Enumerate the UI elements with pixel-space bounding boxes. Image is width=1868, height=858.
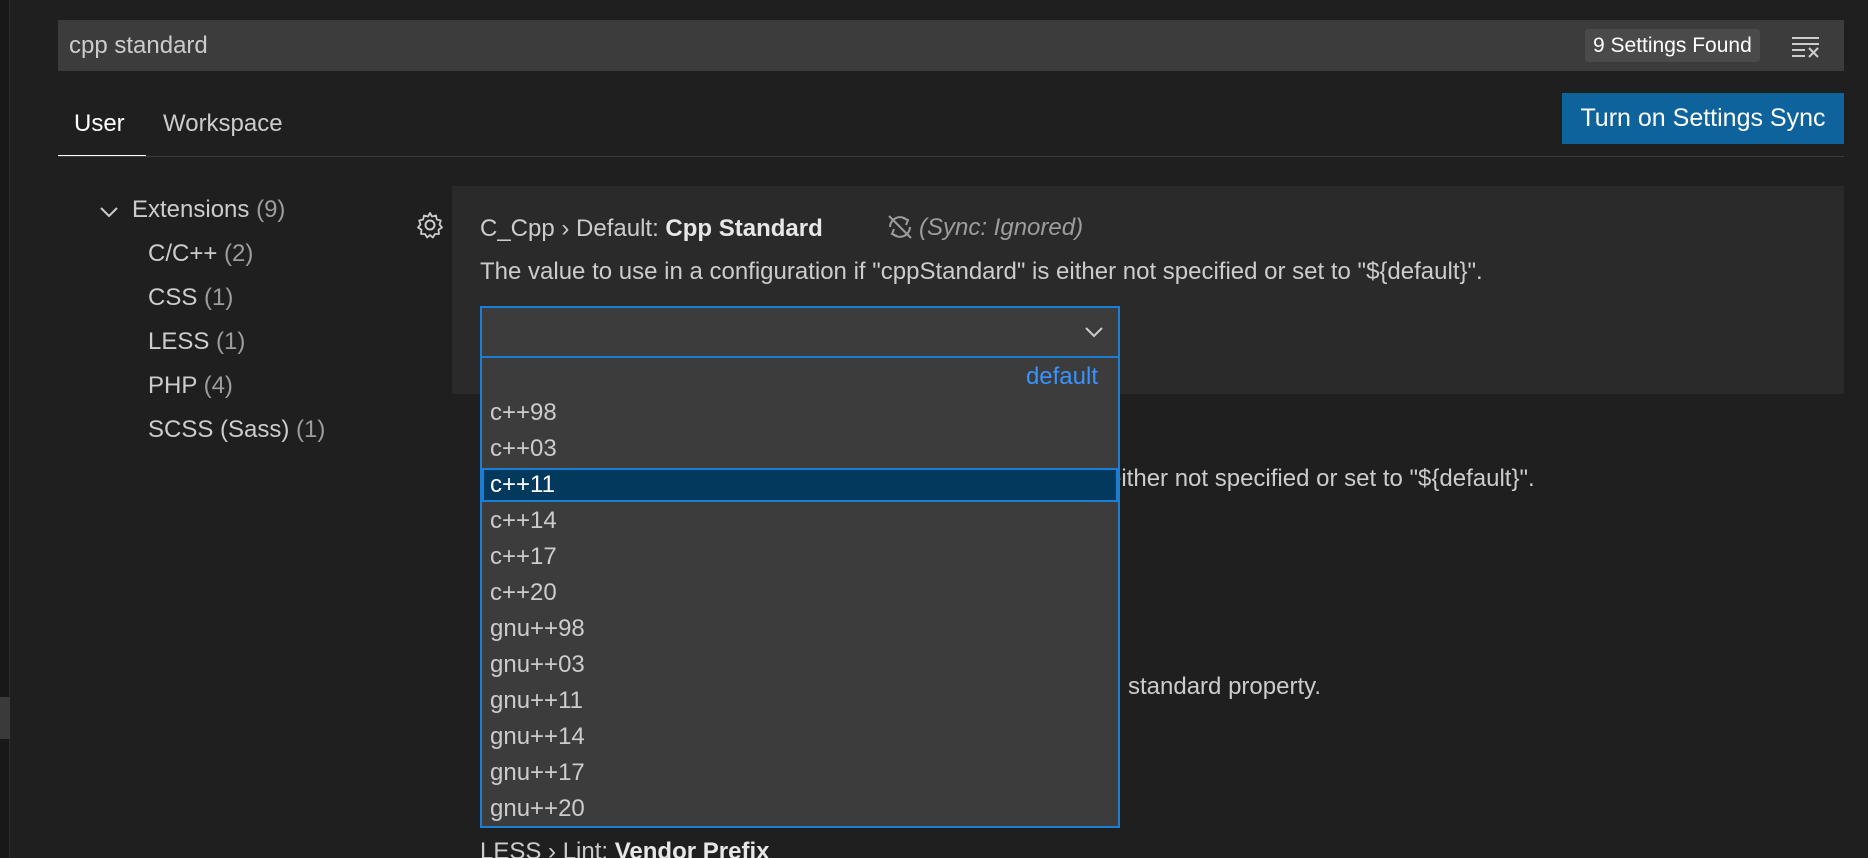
dropdown-option[interactable]: gnu++17	[482, 756, 1118, 790]
toc-item-scss[interactable]: SCSS (Sass) (1)	[148, 416, 325, 444]
toc-item-count: (4)	[203, 372, 233, 399]
dropdown-option[interactable]: gnu++11	[482, 684, 1118, 718]
toc-item-label: C/C++	[148, 240, 218, 267]
toc-item-label: SCSS (Sass)	[148, 416, 290, 443]
clear-filter-icon[interactable]	[1791, 34, 1821, 58]
dropdown-option[interactable]: gnu++98	[482, 612, 1118, 646]
dropdown-option[interactable]: c++17	[482, 540, 1118, 574]
setting-name: Vendor Prefix	[614, 838, 770, 858]
setting-description: The value to use in a configuration if "…	[480, 258, 1483, 285]
scroll-indicator	[0, 697, 10, 739]
chevron-down-icon[interactable]	[98, 201, 120, 223]
cpp-standard-select[interactable]	[480, 306, 1120, 358]
dropdown-option[interactable]: gnu++14	[482, 720, 1118, 754]
turn-on-settings-sync-button[interactable]: Turn on Settings Sync	[1562, 93, 1844, 144]
tabs-divider	[58, 156, 1844, 157]
settings-count-badge: 9 Settings Found	[1585, 29, 1760, 62]
toc-item-label: CSS	[148, 284, 198, 311]
tab-user[interactable]: User	[74, 110, 125, 138]
tab-workspace[interactable]: Workspace	[163, 110, 283, 138]
toc-item-count: (2)	[224, 240, 254, 267]
settings-search-input[interactable]	[69, 21, 1569, 70]
setting-title: C_Cpp › Default: Cpp Standard	[480, 215, 823, 243]
dropdown-option-selected[interactable]: c++11	[482, 468, 1118, 502]
toc-item-count: (1)	[204, 284, 234, 311]
setting-title-next: LESS › Lint: Vendor Prefix	[480, 838, 769, 858]
sync-ignored-icon	[888, 215, 912, 239]
activity-bar-edge	[0, 0, 10, 858]
sync-ignored-label: (Sync: Ignored)	[885, 214, 1083, 242]
toc-item-cpp[interactable]: C/C++ (2)	[148, 240, 253, 268]
toc-item-php[interactable]: PHP (4)	[148, 372, 233, 400]
dropdown-option[interactable]: c++98	[482, 396, 1118, 430]
setting-category: C_Cpp › Default:	[480, 215, 666, 242]
dropdown-option[interactable]: gnu++20	[482, 792, 1118, 826]
toc-item-label: PHP	[148, 372, 197, 399]
sync-status-text: (Sync: Ignored)	[919, 214, 1084, 241]
dropdown-option[interactable]: c++03	[482, 432, 1118, 466]
toc-group-extensions[interactable]: Extensions (9)	[132, 196, 285, 224]
dropdown-option[interactable]: c++20	[482, 576, 1118, 610]
toc-group-label: Extensions	[132, 196, 250, 223]
chevron-down-icon	[1085, 327, 1103, 338]
toc-item-less[interactable]: LESS (1)	[148, 328, 245, 356]
setting-description-partial: standard property.	[1128, 673, 1321, 700]
toc-item-label: LESS	[148, 328, 210, 355]
toc-item-css[interactable]: CSS (1)	[148, 284, 233, 312]
gear-icon[interactable]	[415, 210, 445, 240]
settings-search-bar: 9 Settings Found	[58, 20, 1844, 71]
dropdown-option[interactable]: gnu++03	[482, 648, 1118, 682]
setting-description-partial: either not specified or set to "${defaul…	[1108, 465, 1535, 492]
dropdown-option[interactable]: c++14	[482, 504, 1118, 538]
setting-name: Cpp Standard	[665, 215, 823, 242]
dropdown-default-label: default	[1025, 363, 1098, 390]
toc-item-count: (1)	[296, 416, 326, 443]
select-dropdown-list: default c++98 c++03 c++11 c++14 c++17 c+…	[480, 358, 1120, 828]
toc-item-count: (1)	[216, 328, 246, 355]
toc-group-count: (9)	[256, 196, 286, 223]
setting-category: LESS › Lint:	[480, 838, 615, 858]
